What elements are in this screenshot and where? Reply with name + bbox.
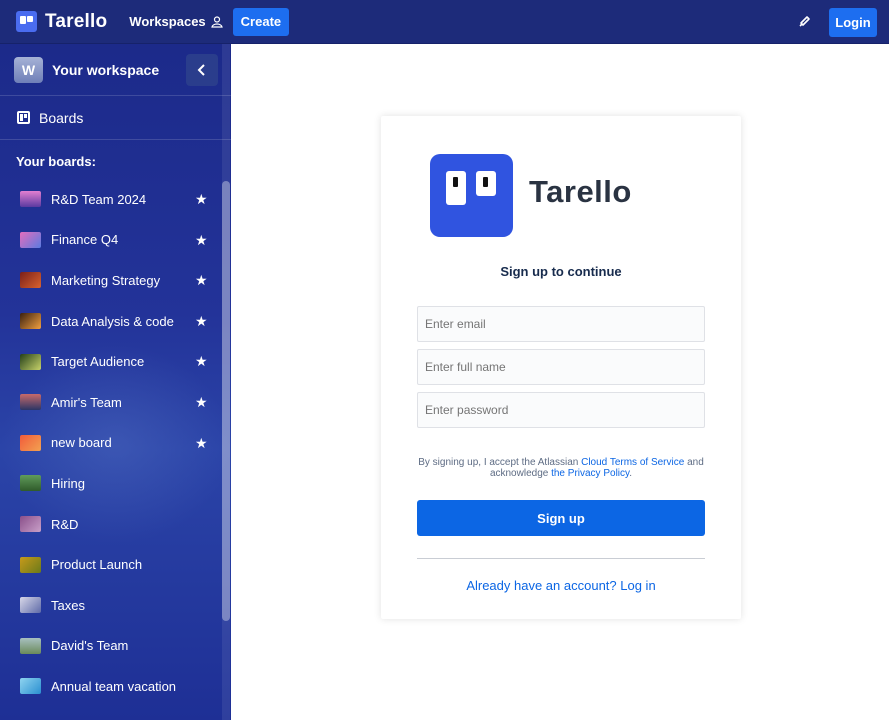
- star-icon[interactable]: ★: [195, 232, 208, 249]
- board-thumbnail: [20, 434, 41, 451]
- privacy-policy-link[interactable]: the Privacy Policy: [551, 468, 629, 479]
- board-name: Product Launch: [51, 557, 143, 573]
- board-name: Hiring: [51, 475, 85, 491]
- terms-prefix: By signing up, I accept the Atlassian: [418, 457, 579, 468]
- sidebar-board-item[interactable]: Marketing Strategy ★: [0, 260, 231, 301]
- board-thumbnail: [20, 231, 41, 248]
- board-thumbnail: [20, 516, 41, 533]
- sidebar-board-item[interactable]: new board ★: [0, 423, 231, 464]
- login-link[interactable]: Already have an account? Log in: [381, 578, 741, 593]
- board-list: R&D Team 2024 ★ Finance Q4 ★ Marketing Strat…: [0, 179, 231, 707]
- workspaces-label: Workspaces: [129, 14, 206, 29]
- sidebar-board-item[interactable]: Product Launch: [0, 544, 231, 585]
- terms-of-service-link[interactable]: Cloud Terms of Service: [581, 457, 684, 468]
- sidebar-board-item[interactable]: Data Analysis & code ★: [0, 301, 231, 342]
- sidebar-board-item[interactable]: David's Team: [0, 626, 231, 667]
- star-icon[interactable]: ★: [195, 191, 208, 208]
- brand-name: Tarello: [45, 10, 108, 32]
- password-field[interactable]: [417, 392, 705, 428]
- star-icon[interactable]: ★: [195, 353, 208, 370]
- workspace-title: Your workspace: [52, 61, 160, 78]
- chevron-left-icon: [197, 64, 205, 76]
- star-icon[interactable]: ★: [195, 272, 208, 289]
- board-thumbnail: [20, 597, 41, 614]
- divider: [417, 558, 705, 559]
- board-thumbnail: [20, 313, 41, 330]
- board-name: R&D Team 2024: [51, 191, 147, 207]
- board-icon: [17, 111, 30, 124]
- sidebar-board-item[interactable]: Hiring: [0, 463, 231, 504]
- board-name: Target Audience: [51, 354, 145, 370]
- workspace-avatar: W: [14, 56, 43, 83]
- board-name: Finance Q4: [51, 232, 119, 248]
- people-icon: [210, 15, 223, 28]
- your-boards-heading: Your boards:: [16, 154, 96, 169]
- create-button[interactable]: Create: [232, 7, 290, 36]
- terms-text: By signing up, I accept the Atlassian Cl…: [418, 457, 704, 479]
- board-thumbnail: [20, 191, 41, 208]
- logo-text: Tarello: [529, 174, 632, 209]
- pin-icon[interactable]: [797, 13, 813, 29]
- board-thumbnail: [20, 394, 41, 411]
- email-field[interactable]: [417, 306, 705, 342]
- workspaces-menu[interactable]: Workspaces: [129, 14, 223, 29]
- top-navigation-bar: Tarello Workspaces Create Login: [0, 0, 889, 44]
- board-thumbnail: [20, 353, 41, 370]
- sidebar: W Your workspace Boards Your boards: R&D…: [0, 44, 231, 720]
- board-thumbnail: [20, 678, 41, 695]
- star-icon[interactable]: ★: [195, 435, 208, 452]
- board-thumbnail: [20, 637, 41, 654]
- star-icon[interactable]: ★: [195, 313, 208, 330]
- board-name: R&D: [51, 516, 79, 532]
- board-name: Taxes: [51, 597, 85, 613]
- signup-button[interactable]: Sign up: [417, 500, 705, 536]
- board-name: Amir's Team: [51, 394, 122, 410]
- sidebar-scrollbar[interactable]: [222, 181, 230, 621]
- sidebar-item-boards[interactable]: Boards: [0, 96, 231, 140]
- board-name: new board: [51, 435, 112, 451]
- tarello-logo-icon: [430, 154, 513, 237]
- signup-title: Sign up to continue: [500, 264, 622, 279]
- sidebar-item-label: Boards: [39, 109, 84, 126]
- login-button[interactable]: Login: [829, 8, 877, 37]
- board-name: Marketing Strategy: [51, 272, 161, 288]
- sidebar-board-item[interactable]: Taxes: [0, 585, 231, 626]
- board-thumbnail: [20, 556, 41, 573]
- sidebar-board-item[interactable]: Amir's Team ★: [0, 382, 231, 423]
- board-name: Data Analysis & code: [51, 313, 174, 329]
- board-thumbnail: [20, 272, 41, 289]
- sidebar-board-item[interactable]: Finance Q4 ★: [0, 220, 231, 261]
- workspace-header: W Your workspace: [0, 44, 231, 96]
- sidebar-board-item[interactable]: Annual team vacation: [0, 666, 231, 707]
- star-icon[interactable]: ★: [195, 394, 208, 411]
- collapse-sidebar-button[interactable]: [186, 54, 218, 86]
- full-name-field[interactable]: [417, 349, 705, 385]
- sidebar-board-item[interactable]: R&D Team 2024 ★: [0, 179, 231, 220]
- tarello-logo-icon: [16, 11, 37, 32]
- sidebar-board-item[interactable]: R&D: [0, 504, 231, 545]
- board-name: David's Team: [51, 638, 129, 654]
- board-name: Annual team vacation: [51, 678, 177, 694]
- board-thumbnail: [20, 475, 41, 492]
- sidebar-board-item[interactable]: Target Audience ★: [0, 341, 231, 382]
- signup-card: Tarello Sign up to continue By signing u…: [381, 116, 741, 619]
- brand[interactable]: Tarello: [16, 11, 107, 33]
